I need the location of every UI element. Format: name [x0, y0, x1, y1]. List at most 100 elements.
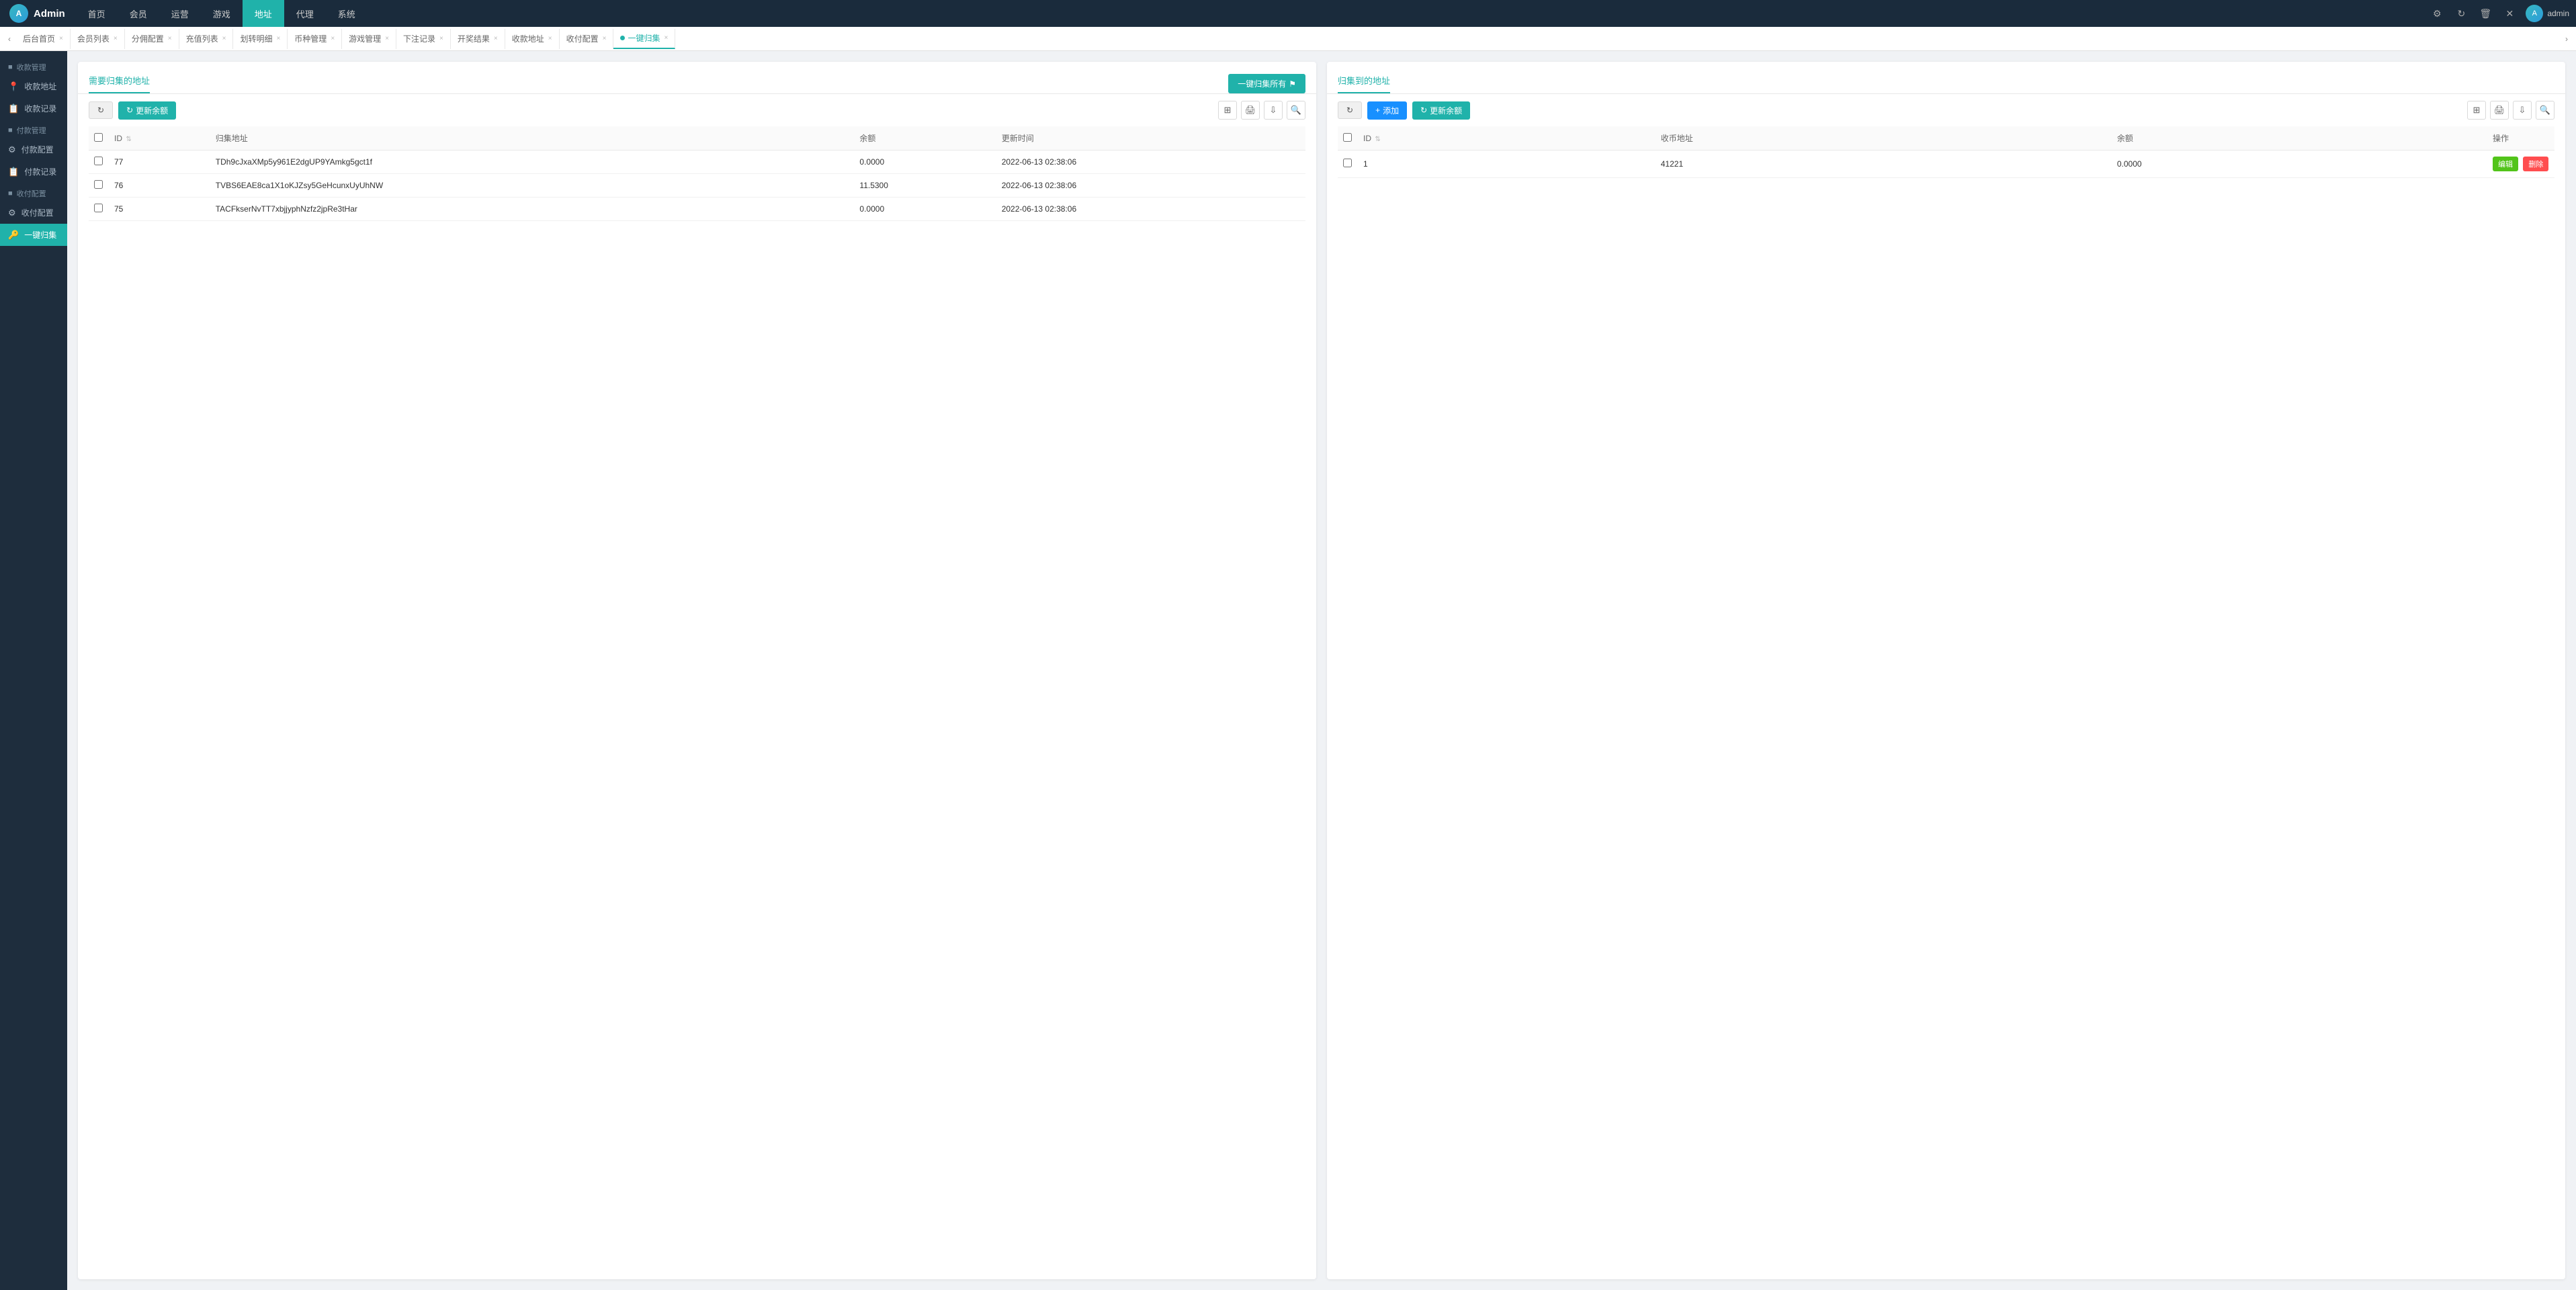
- add-btn[interactable]: + 添加: [1367, 101, 1407, 120]
- print-btn-right[interactable]: 🖨: [2490, 101, 2509, 120]
- nav-system[interactable]: 系统: [326, 0, 368, 27]
- refresh-button-right[interactable]: ↻: [1338, 101, 1362, 119]
- row-check[interactable]: [89, 150, 109, 174]
- sidebar-item-one-collect[interactable]: 🔑 一键归集: [0, 224, 67, 246]
- row-check[interactable]: [89, 198, 109, 221]
- tab-nav-right[interactable]: ›: [2560, 27, 2573, 51]
- logo-icon: A: [9, 4, 28, 23]
- export-btn[interactable]: ⇩: [1264, 101, 1283, 120]
- group-title: 付款管理: [17, 125, 46, 136]
- group-icon: ■: [8, 63, 13, 71]
- tab-split-config[interactable]: 分佣配置 ×: [125, 29, 179, 49]
- tab-close[interactable]: ×: [114, 35, 118, 42]
- tab-recharge[interactable]: 充值列表 ×: [179, 29, 234, 49]
- delete-btn[interactable]: 删除: [2523, 157, 2548, 171]
- tab-close[interactable]: ×: [59, 35, 63, 42]
- nav-address[interactable]: 地址: [243, 0, 284, 27]
- one-key-collect-btn[interactable]: 一键归集所有 ⚑: [1228, 74, 1305, 93]
- one-collect-icon: 🔑: [8, 230, 19, 241]
- tab-member-list[interactable]: 会员列表 ×: [71, 29, 125, 49]
- tab-close[interactable]: ×: [385, 35, 389, 42]
- edit-btn[interactable]: 编辑: [2493, 157, 2518, 171]
- settings-icon[interactable]: ⚙: [2429, 5, 2445, 22]
- tab-close[interactable]: ×: [439, 35, 443, 42]
- row-check[interactable]: [1338, 150, 1358, 178]
- sidebar-group-collect-mgmt: ■ 收款管理: [0, 56, 67, 75]
- sidebar-item-pay-config[interactable]: ⚙ 付款配置: [0, 138, 67, 161]
- tab-one-collect[interactable]: 一键归集 ×: [613, 29, 675, 49]
- tabs-container: 后台首页 × 会员列表 × 分佣配置 × 充值列表 × 划转明细 × 币种管理 …: [16, 29, 2560, 49]
- tab-close[interactable]: ×: [168, 35, 172, 42]
- tab-label: 充值列表: [186, 33, 218, 44]
- cell-id: 1: [1358, 150, 1656, 178]
- row-checkbox[interactable]: [94, 180, 103, 189]
- refresh-button-left[interactable]: ↻: [89, 101, 113, 119]
- tab-close[interactable]: ×: [494, 35, 498, 42]
- tab-close[interactable]: ×: [603, 35, 607, 42]
- grid-view-btn[interactable]: ⊞: [1218, 101, 1237, 120]
- refresh-small-icon: ↻: [126, 105, 133, 115]
- tab-transfer[interactable]: 划转明细 ×: [233, 29, 288, 49]
- col-balance-left: 余额: [854, 126, 996, 150]
- sidebar-item-pay-setting[interactable]: ⚙ 收付配置: [0, 202, 67, 224]
- sidebar-item-label: 收付配置: [22, 207, 54, 218]
- tab-nav-left[interactable]: ‹: [3, 27, 16, 51]
- left-panel-title: 需要归集的地址: [89, 70, 150, 93]
- row-checkbox[interactable]: [94, 204, 103, 212]
- nav-agent[interactable]: 代理: [284, 0, 326, 27]
- main-content: 需要归集的地址 一键归集所有 ⚑ ↻ ↻ 更新余额: [67, 51, 2576, 1290]
- right-table-wrapper: ID ⇅ 收币地址 余额 操作: [1327, 126, 2565, 1279]
- grid-view-btn-right[interactable]: ⊞: [2467, 101, 2486, 120]
- nav-operation[interactable]: 运营: [159, 0, 201, 27]
- tab-close[interactable]: ×: [664, 34, 668, 42]
- update-balance-btn-right[interactable]: ↻ 更新余额: [1412, 101, 1470, 120]
- right-table: ID ⇅ 收币地址 余额 操作: [1338, 126, 2554, 178]
- update-balance-btn-left[interactable]: ↻ 更新余额: [118, 101, 176, 120]
- delete-icon[interactable]: 🗑: [2477, 5, 2493, 22]
- tab-close[interactable]: ×: [548, 35, 552, 42]
- select-all-checkbox-right[interactable]: [1343, 133, 1352, 142]
- tab-coin-mgmt[interactable]: 币种管理 ×: [288, 29, 342, 49]
- tab-game-mgmt[interactable]: 游戏管理 ×: [342, 29, 396, 49]
- update-balance-label-right: 更新余额: [1430, 105, 1462, 116]
- cell-balance: 0.0000: [854, 198, 996, 221]
- tab-pay-config[interactable]: 收付配置 ×: [560, 29, 614, 49]
- tab-reg-record[interactable]: 下注记录 ×: [396, 29, 451, 49]
- tab-label: 游戏管理: [349, 33, 381, 44]
- tab-backend[interactable]: 后台首页 ×: [16, 29, 71, 49]
- table-row: 76 TVBS6EAE8ca1X1oKJZsy5GeHcunxUyUhNW 11…: [89, 174, 1305, 198]
- add-btn-label: 添加: [1383, 105, 1399, 116]
- row-checkbox[interactable]: [94, 157, 103, 165]
- search-btn-right[interactable]: 🔍: [2536, 101, 2554, 120]
- export-btn-right[interactable]: ⇩: [2513, 101, 2532, 120]
- nav-game[interactable]: 游戏: [201, 0, 243, 27]
- right-panel-toolbar: ↻ + 添加 ↻ 更新余额 ⊞ 🖨 ⇩ 🔍: [1327, 94, 2565, 126]
- refresh-icon[interactable]: ↻: [2453, 5, 2469, 22]
- sidebar-item-collect-addr[interactable]: 📍 收款地址: [0, 75, 67, 97]
- row-checkbox[interactable]: [1343, 159, 1352, 167]
- cell-id: 75: [109, 198, 210, 221]
- col-id-right: ID ⇅: [1358, 126, 1656, 150]
- print-btn[interactable]: 🖨: [1241, 101, 1260, 120]
- tab-close[interactable]: ×: [276, 35, 280, 42]
- collect-addr-icon: 📍: [8, 81, 19, 92]
- tab-open-result[interactable]: 开奖结果 ×: [451, 29, 505, 49]
- sidebar-item-pay-record[interactable]: 📋 付款记录: [0, 161, 67, 183]
- table-row: 75 TACFkserNvTT7xbjjyphNzfz2jpRe3tHar 0.…: [89, 198, 1305, 221]
- tab-label: 一键归集: [628, 32, 660, 44]
- sidebar-item-collect-record[interactable]: 📋 收款记录: [0, 97, 67, 120]
- tab-close[interactable]: ×: [331, 35, 335, 42]
- user-profile[interactable]: A admin: [2526, 5, 2569, 22]
- row-check[interactable]: [89, 174, 109, 198]
- nav-home[interactable]: 首页: [76, 0, 118, 27]
- tab-collect-addr[interactable]: 收款地址 ×: [505, 29, 560, 49]
- col-collect-addr: 归集地址: [210, 126, 855, 150]
- select-all-checkbox-left[interactable]: [94, 133, 103, 142]
- nav-member[interactable]: 会员: [118, 0, 159, 27]
- search-btn-left[interactable]: 🔍: [1287, 101, 1305, 120]
- nav-right-area: ⚙ ↻ 🗑 ✕ A admin: [2429, 5, 2569, 22]
- close-icon[interactable]: ✕: [2501, 5, 2518, 22]
- left-table: ID ⇅ 归集地址 余额 更新时间: [89, 126, 1305, 221]
- one-key-btn-label: 一键归集所有: [1238, 78, 1286, 89]
- tab-close[interactable]: ×: [222, 35, 226, 42]
